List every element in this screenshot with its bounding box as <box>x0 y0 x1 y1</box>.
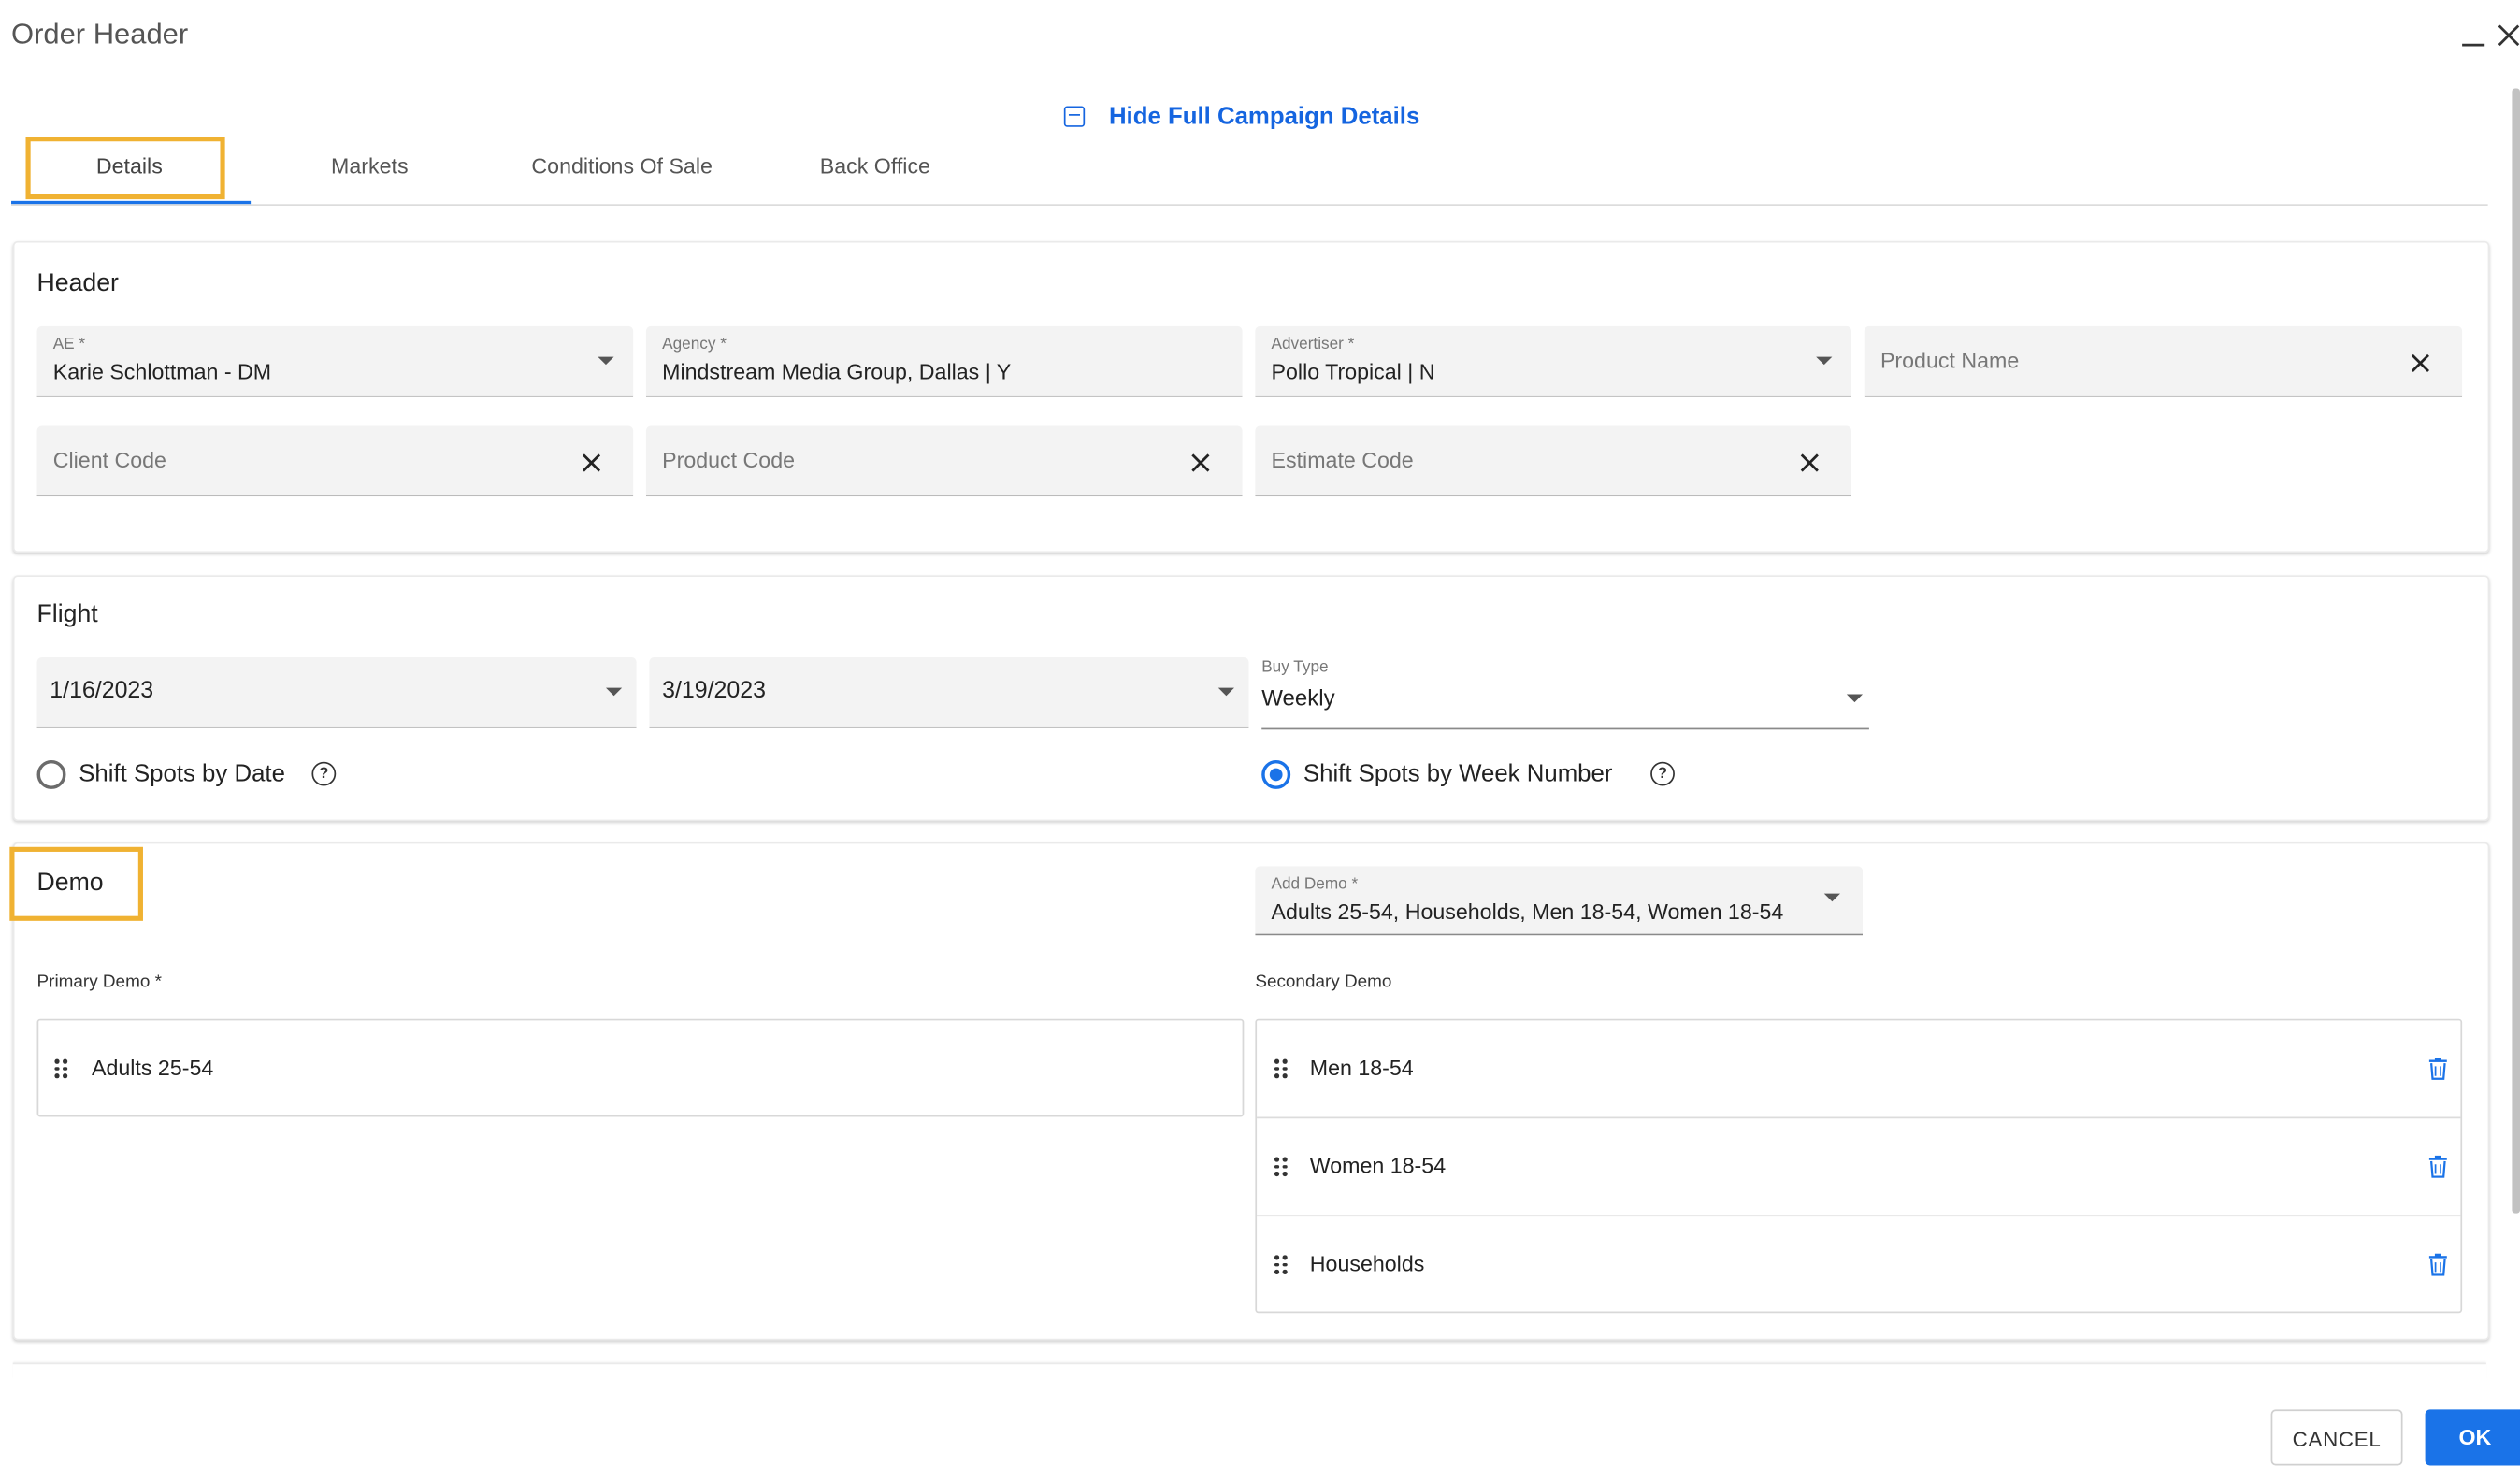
secondary-demo-label: Secondary Demo <box>1255 971 1392 992</box>
client-code-placeholder: Client Code <box>52 448 166 473</box>
tab-markets[interactable]: Markets <box>306 154 435 179</box>
scrollbar[interactable] <box>2512 88 2520 1214</box>
help-icon[interactable]: ? <box>1650 761 1675 786</box>
trash-icon[interactable] <box>2428 1057 2448 1080</box>
primary-demo-list: Adults 25-54 <box>36 1018 1245 1117</box>
minimize-icon[interactable] <box>2460 20 2486 49</box>
primary-demo-item-label: Adults 25-54 <box>91 1056 214 1080</box>
close-icon[interactable] <box>2498 22 2520 49</box>
cancel-button[interactable]: CANCEL <box>2270 1409 2403 1466</box>
chevron-down-icon <box>605 687 623 697</box>
clear-icon[interactable] <box>2411 353 2430 373</box>
add-demo-select[interactable]: Add Demo * Adults 25-54, Households, Men… <box>1255 866 1864 936</box>
secondary-demo-item-label: Households <box>1309 1251 1425 1276</box>
secondary-demo-list: Men 18-54 Women 18-54 Households <box>1255 1018 2463 1314</box>
primary-demo-label: Primary Demo * <box>36 971 162 992</box>
chevron-down-icon <box>598 356 614 366</box>
ae-label: AE * <box>52 336 86 354</box>
hide-campaign-details-label: Hide Full Campaign Details <box>1108 102 1420 130</box>
end-date-select[interactable]: 3/19/2023 <box>649 656 1249 728</box>
clear-icon[interactable] <box>1800 453 1820 473</box>
start-date-value: 1/16/2023 <box>50 678 154 704</box>
secondary-demo-item-label: Men 18-54 <box>1309 1056 1414 1080</box>
clear-icon[interactable] <box>1191 453 1211 473</box>
list-item[interactable]: Households <box>1257 1216 2460 1313</box>
list-item[interactable]: Women 18-54 <box>1257 1118 2460 1215</box>
end-date-value: 3/19/2023 <box>662 678 767 704</box>
header-section-title: Header <box>36 269 119 297</box>
agency-field[interactable]: Agency * Mindstream Media Group, Dallas … <box>645 325 1243 397</box>
tabs-divider <box>11 204 2488 206</box>
chevron-down-icon <box>1846 694 1864 703</box>
tab-back-office[interactable]: Back Office <box>799 154 951 179</box>
ok-button[interactable]: OK <box>2425 1409 2520 1466</box>
buy-type-label: Buy Type <box>1261 658 1329 677</box>
buy-type-value: Weekly <box>1261 684 1335 711</box>
trash-icon[interactable] <box>2428 1253 2448 1276</box>
chevron-down-icon <box>1823 893 1840 902</box>
clear-icon[interactable] <box>582 453 601 473</box>
buy-type-select[interactable]: Buy Type Weekly <box>1261 657 1869 730</box>
product-name-placeholder: Product Name <box>1879 348 2020 373</box>
agency-value: Mindstream Media Group, Dallas | Y <box>662 360 1012 384</box>
trash-icon[interactable] <box>2428 1155 2448 1178</box>
next-card-edge <box>12 1362 2486 1381</box>
window-title: Order Header <box>11 17 189 50</box>
tab-details[interactable]: Details <box>29 154 230 179</box>
estimate-code-field[interactable]: Estimate Code <box>1255 425 1851 497</box>
collapse-icon <box>1063 105 1086 126</box>
shift-by-week-radio[interactable] <box>1261 759 1291 789</box>
advertiser-label: Advertiser * <box>1271 336 1355 354</box>
add-demo-value: Adults 25-54, Households, Men 18-54, Wom… <box>1271 899 1784 925</box>
drag-handle-icon[interactable] <box>1274 1058 1288 1079</box>
list-item[interactable]: Adults 25-54 <box>38 1020 1242 1116</box>
chevron-down-icon <box>1217 687 1234 697</box>
drag-handle-icon[interactable] <box>1274 1255 1288 1274</box>
advertiser-select[interactable]: Advertiser * Pollo Tropical | N <box>1255 325 1851 397</box>
hide-campaign-details-link[interactable]: Hide Full Campaign Details <box>1063 100 1420 132</box>
advertiser-value: Pollo Tropical | N <box>1271 360 1435 384</box>
demo-section-title: Demo <box>36 869 104 898</box>
ae-value: Karie Schlottman - DM <box>52 360 272 384</box>
list-item[interactable]: Men 18-54 <box>1257 1020 2460 1116</box>
ae-select[interactable]: AE * Karie Schlottman - DM <box>36 325 634 397</box>
add-demo-label: Add Demo * <box>1271 875 1359 894</box>
shift-by-date-label: Shift Spots by Date <box>79 759 285 788</box>
tab-conditions-of-sale[interactable]: Conditions Of Sale <box>510 154 735 179</box>
client-code-field[interactable]: Client Code <box>36 425 634 497</box>
product-name-field[interactable]: Product Name <box>1864 325 2463 397</box>
shift-by-date-radio[interactable] <box>36 759 66 789</box>
secondary-demo-item-label: Women 18-54 <box>1309 1154 1447 1178</box>
estimate-code-placeholder: Estimate Code <box>1271 448 1414 473</box>
product-code-placeholder: Product Code <box>662 448 796 473</box>
help-icon[interactable]: ? <box>311 761 337 786</box>
drag-handle-icon[interactable] <box>54 1058 67 1079</box>
start-date-select[interactable]: 1/16/2023 <box>36 656 637 728</box>
drag-handle-icon[interactable] <box>1274 1157 1288 1177</box>
shift-by-week-label: Shift Spots by Week Number <box>1303 759 1613 788</box>
product-code-field[interactable]: Product Code <box>645 425 1243 497</box>
chevron-down-icon <box>1816 356 1833 366</box>
flight-section-title: Flight <box>36 600 98 629</box>
agency-label: Agency * <box>662 336 727 354</box>
